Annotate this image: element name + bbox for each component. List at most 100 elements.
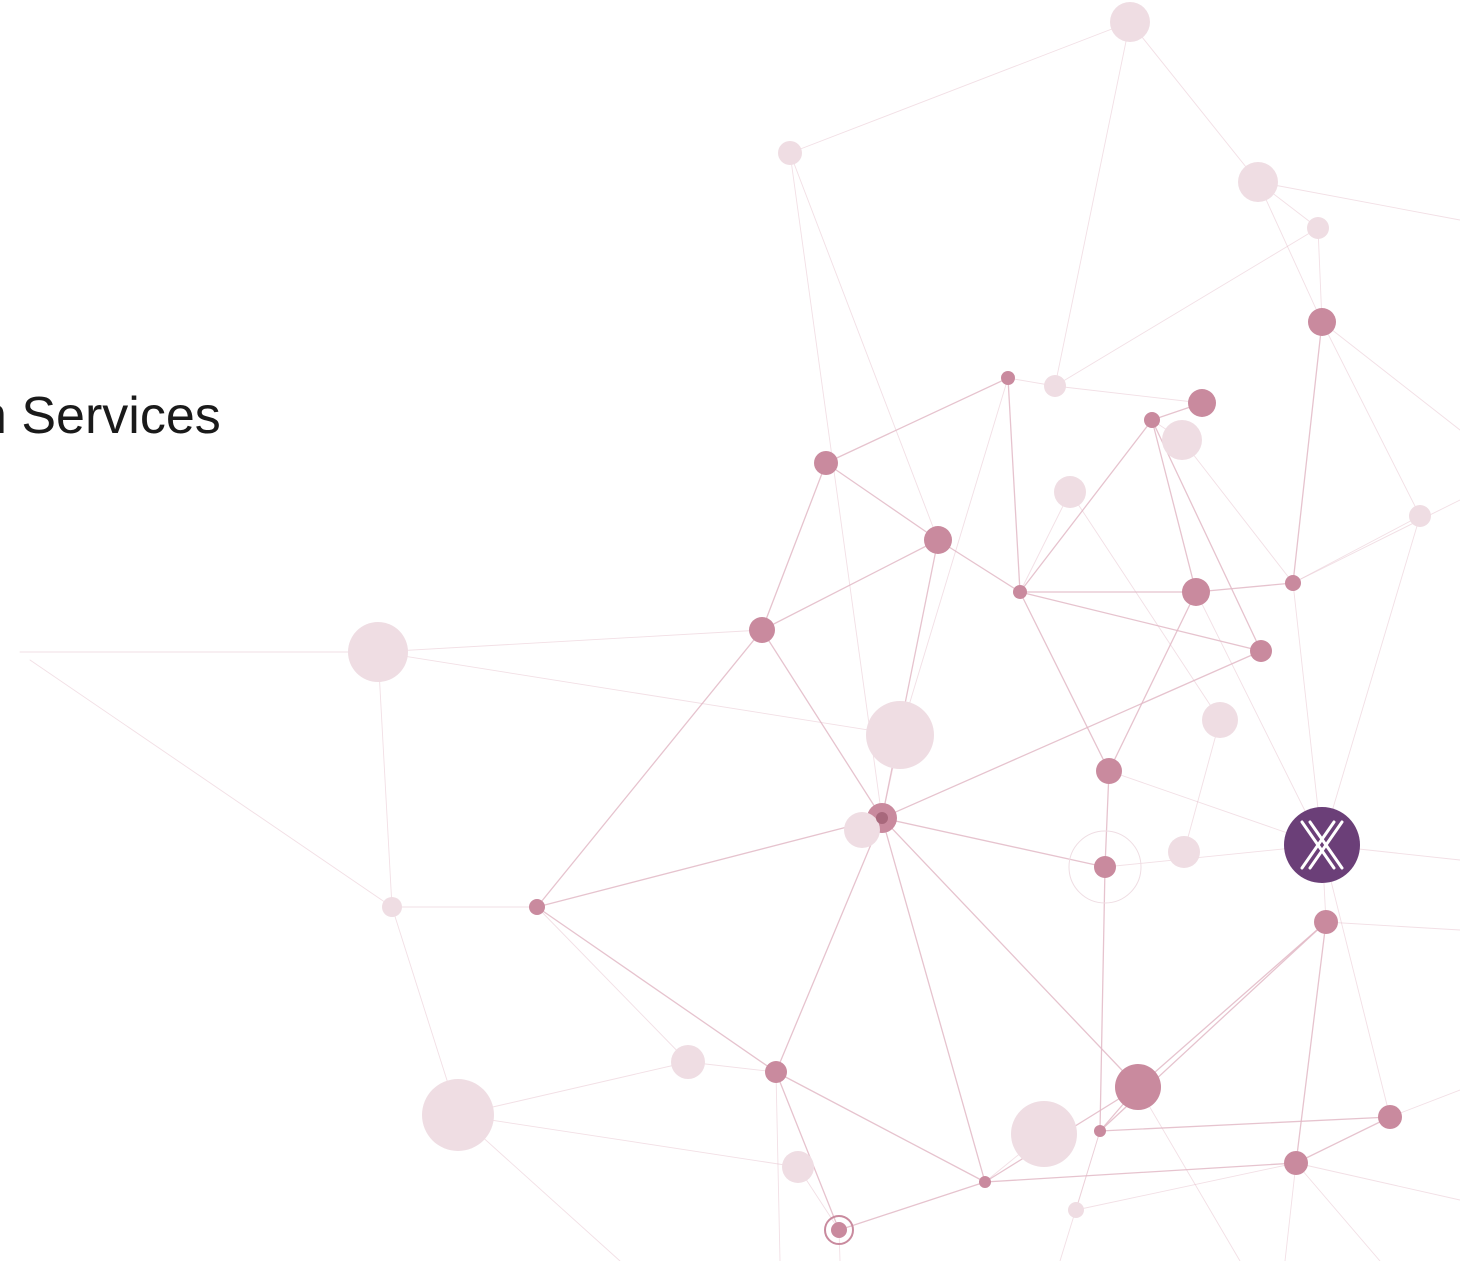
network-edge — [536, 906, 689, 1063]
network-node — [529, 899, 545, 915]
network-node — [382, 897, 402, 917]
network-edge — [377, 629, 763, 653]
network-edge — [377, 651, 393, 908]
network-edge — [1295, 1162, 1460, 1201]
network-edge — [29, 659, 393, 908]
network-edge — [881, 817, 1106, 868]
network-graphic — [19, 2, 1460, 1261]
network-node — [1013, 585, 1027, 599]
network-node — [1096, 758, 1122, 784]
network-edge — [899, 377, 1009, 736]
network-node — [348, 622, 408, 682]
network-edge — [825, 462, 939, 541]
network-nodes — [348, 2, 1431, 1245]
network-node — [1094, 1125, 1106, 1137]
network-edge — [1321, 321, 1421, 517]
network-node — [1094, 856, 1116, 878]
network-edge — [1183, 719, 1221, 853]
network-edge — [536, 906, 777, 1073]
network-node — [866, 701, 934, 769]
network-node — [1188, 389, 1216, 417]
network-edge — [1137, 921, 1327, 1088]
network-edges — [19, 21, 1460, 1261]
network-node — [814, 451, 838, 475]
network-node — [831, 1222, 847, 1238]
network-edge — [1292, 582, 1323, 846]
network-edge — [1151, 419, 1262, 652]
network-edge — [1019, 491, 1071, 593]
network-edge — [1257, 181, 1323, 323]
network-edge — [1325, 921, 1460, 931]
network-node — [979, 1176, 991, 1188]
network-edge — [1069, 491, 1221, 721]
network-edge — [1129, 21, 1259, 183]
network-edge — [1104, 770, 1110, 868]
network-node — [1202, 702, 1238, 738]
network-edge — [775, 1071, 781, 1261]
network-node — [1285, 575, 1301, 591]
network-node — [782, 1151, 814, 1183]
network-node — [1168, 836, 1200, 868]
network-edge — [536, 629, 763, 908]
network-node — [1308, 308, 1336, 336]
network-node — [1054, 476, 1086, 508]
network-edge — [881, 539, 939, 819]
network-edge — [1054, 21, 1131, 387]
network-node — [422, 1079, 494, 1151]
network-edge — [1007, 377, 1021, 593]
network-edge — [838, 1181, 986, 1231]
network-node — [1110, 2, 1150, 42]
network-edge — [1195, 582, 1294, 593]
network-edge — [1321, 515, 1421, 846]
network-node — [671, 1045, 705, 1079]
network-edge — [789, 21, 1131, 154]
network-node — [1378, 1105, 1402, 1129]
network-edge — [1019, 419, 1153, 593]
network-node — [778, 141, 802, 165]
network-node-core — [876, 812, 888, 824]
network-node — [765, 1061, 787, 1083]
network-node — [1001, 371, 1015, 385]
network-edge — [775, 817, 883, 1073]
network-edge — [1295, 921, 1327, 1164]
network-node — [1307, 217, 1329, 239]
network-node — [1409, 505, 1431, 527]
x-logo-icon — [1284, 807, 1360, 883]
network-edge — [1292, 499, 1460, 584]
network-edge — [1295, 1116, 1391, 1164]
network-edge — [761, 539, 939, 631]
network-node — [1250, 640, 1272, 662]
network-edge — [1295, 1162, 1381, 1261]
network-edge — [789, 152, 939, 541]
network-edge — [825, 377, 1009, 464]
network-edge — [536, 817, 883, 908]
network-node — [1011, 1101, 1077, 1167]
network-edge — [789, 152, 883, 819]
network-edge — [1099, 866, 1106, 1132]
network-node — [1182, 578, 1210, 606]
network-edge — [1321, 321, 1460, 431]
network-edge — [1317, 227, 1323, 323]
network-edge — [1054, 227, 1319, 387]
network-node — [1162, 420, 1202, 460]
network-node — [1314, 910, 1338, 934]
network-edge — [457, 1114, 799, 1168]
network-edge — [1181, 439, 1294, 584]
network-node — [1044, 375, 1066, 397]
network-edge — [1292, 515, 1421, 584]
network-edge — [1019, 591, 1110, 772]
network-edge — [377, 651, 901, 736]
network-edge — [1257, 181, 1460, 221]
network-node — [844, 812, 880, 848]
network-node — [749, 617, 775, 643]
network-edge — [1108, 591, 1197, 772]
network-node — [1115, 1064, 1161, 1110]
network-edge — [761, 629, 883, 819]
network-edge — [1321, 844, 1391, 1118]
network-node — [924, 526, 952, 554]
network-node — [1068, 1202, 1084, 1218]
network-edge — [761, 462, 827, 631]
network-node — [1144, 412, 1160, 428]
network-edge — [775, 1071, 840, 1231]
network-edge — [1137, 1086, 1241, 1261]
